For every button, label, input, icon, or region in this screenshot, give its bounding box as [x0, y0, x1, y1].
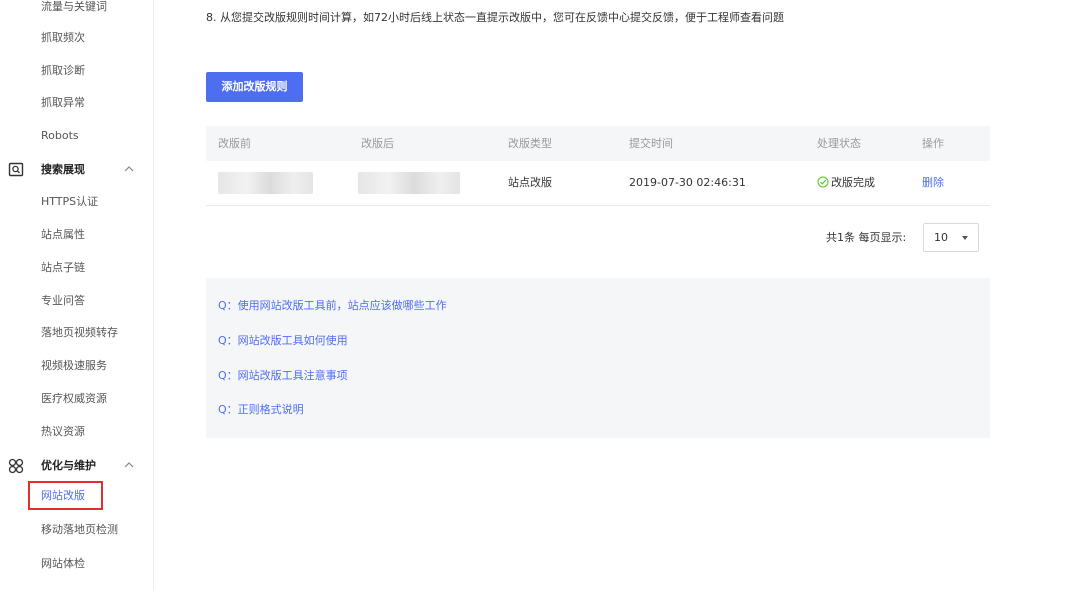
header-time: 提交时间 — [629, 137, 673, 150]
sidebar-item-medical-resources[interactable]: 医疗权威资源 — [41, 389, 107, 409]
table-header: 改版前 改版后 改版类型 提交时间 处理状态 操作 — [206, 126, 990, 161]
sidebar-item-site-revision[interactable]: 网站改版 — [41, 486, 85, 506]
sidebar-item-traffic-keywords[interactable]: 流量与关键词 — [41, 0, 107, 17]
header-type: 改版类型 — [508, 137, 552, 150]
sidebar-item-site-attributes[interactable]: 站点属性 — [41, 225, 85, 245]
section-search-display-label: 搜索展现 — [41, 163, 85, 176]
faq-link-how-to-use[interactable]: Q：网站改版工具如何使用 — [218, 331, 348, 351]
faq-link-regex[interactable]: Q：正则格式说明 — [218, 400, 304, 420]
sidebar-item-robots[interactable]: Robots — [41, 126, 79, 146]
cell-status: 改版完成 — [817, 161, 875, 205]
redacted-url-before — [218, 172, 313, 194]
header-action: 操作 — [922, 137, 944, 150]
header-after: 改版后 — [361, 137, 394, 150]
delete-link[interactable]: 删除 — [922, 161, 944, 205]
chevron-up-icon — [124, 462, 134, 468]
faq-panel: Q：使用网站改版工具前，站点应该做哪些工作 Q：网站改版工具如何使用 Q：网站改… — [206, 278, 990, 438]
add-revision-rule-button[interactable]: 添加改版规则 — [206, 72, 303, 102]
search-display-icon — [8, 162, 24, 177]
pagination: 共1条 每页显示: 10 — [826, 223, 980, 253]
faq-link-notes[interactable]: Q：网站改版工具注意事项 — [218, 366, 348, 386]
header-before: 改版前 — [218, 137, 251, 150]
optimize-icon — [8, 458, 24, 474]
header-status: 处理状态 — [817, 137, 861, 150]
cell-type: 站点改版 — [508, 176, 552, 189]
sidebar-item-crawl-frequency[interactable]: 抓取频次 — [41, 28, 85, 48]
status-label: 改版完成 — [831, 176, 875, 189]
sidebar-item-crawl-diagnosis[interactable]: 抓取诊断 — [41, 61, 85, 81]
page-size-value: 10 — [934, 231, 948, 244]
pagination-summary: 共1条 每页显示: — [826, 231, 907, 244]
sidebar-item-mobile-landing-check[interactable]: 移动落地页检测 — [41, 520, 118, 540]
section-optimize-maintain[interactable]: 优化与维护 — [8, 456, 148, 476]
sidebar-item-landing-video[interactable]: 落地页视频转存 — [41, 323, 118, 343]
sidebar-item-expert-qa[interactable]: 专业问答 — [41, 291, 85, 311]
revision-table: 改版前 改版后 改版类型 提交时间 处理状态 操作 站点改版 2019-07-3… — [206, 126, 990, 206]
sidebar-item-video-speed[interactable]: 视频极速服务 — [41, 356, 107, 376]
table-row: 站点改版 2019-07-30 02:46:31 改版完成 删除 — [206, 161, 990, 206]
section-search-display[interactable]: 搜索展现 — [8, 160, 148, 180]
sidebar-item-site-checkup[interactable]: 网站体检 — [41, 554, 85, 574]
page-size-select[interactable]: 10 — [923, 223, 979, 252]
sidebar-item-https[interactable]: HTTPS认证 — [41, 192, 98, 212]
sidebar-item-sitelinks[interactable]: 站点子链 — [41, 258, 85, 278]
notice-text: 8. 从您提交改版规则时间计算，如72小时后线上状态一直提示改版中，您可在反馈中… — [206, 11, 784, 24]
sidebar: 流量与关键词 抓取频次 抓取诊断 抓取异常 Robots 搜索展现 HTTPS认… — [0, 0, 154, 590]
sidebar-item-hot-topics[interactable]: 热议资源 — [41, 422, 85, 442]
chevron-up-icon — [124, 166, 134, 172]
caret-down-icon — [962, 236, 968, 240]
faq-link-preparation[interactable]: Q：使用网站改版工具前，站点应该做哪些工作 — [218, 296, 447, 316]
redacted-url-after — [358, 172, 460, 194]
section-optimize-label: 优化与维护 — [41, 459, 96, 472]
check-circle-icon — [817, 176, 829, 188]
cell-time: 2019-07-30 02:46:31 — [629, 176, 746, 189]
sidebar-item-crawl-errors[interactable]: 抓取异常 — [41, 93, 85, 113]
